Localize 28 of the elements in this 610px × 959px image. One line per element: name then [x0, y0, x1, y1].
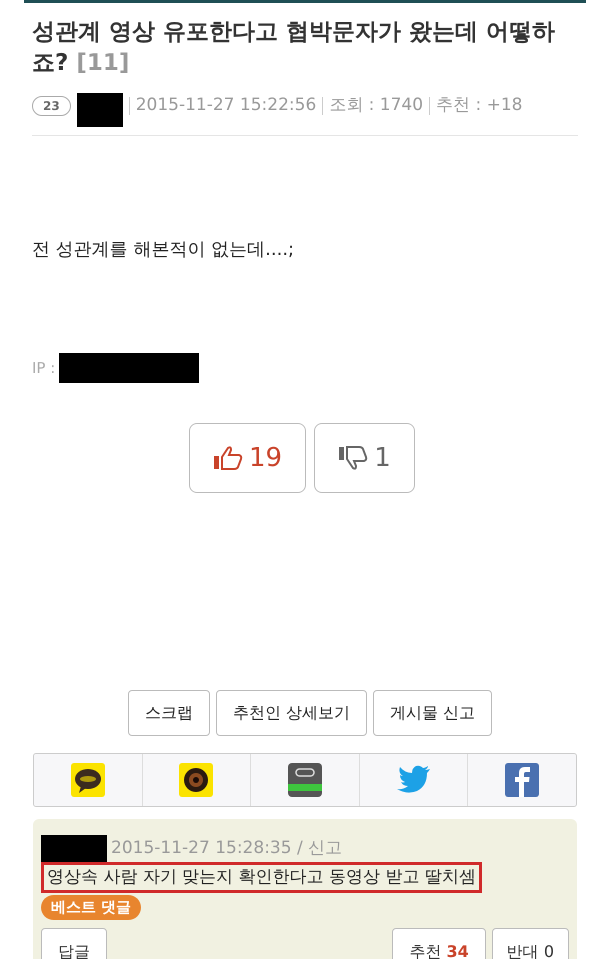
downvote-button[interactable]: 1 — [314, 423, 415, 493]
recommend-button[interactable]: 추천 34 — [392, 928, 486, 959]
reply-button[interactable]: 답글 — [41, 928, 107, 959]
comment-count: [11] — [76, 50, 130, 76]
thumbs-down-icon — [338, 445, 368, 471]
thumbs-up-icon — [212, 445, 243, 471]
chat-bubble-icon — [70, 763, 105, 797]
comment-text: 영상속 사람 자기 맞는지 확인한다고 동영상 받고 딸치셈 — [41, 862, 482, 893]
action-button[interactable]: 추천인 상세보기 — [216, 690, 367, 736]
action-button[interactable]: 스크랩 — [128, 690, 210, 736]
post-title: 성관계 영상 유포한다고 협박문자가 왔는데 어떻하죠? [11] — [32, 18, 556, 78]
facebook-icon — [505, 763, 540, 797]
camera-lens-icon — [179, 763, 214, 797]
band-app-icon — [288, 763, 322, 797]
comment-meta: 2015-11-27 15:28:35 / 신고 — [111, 836, 342, 860]
post-body: 전 성관계를 해본적이 없는데....; — [32, 238, 296, 262]
level-badge: 23 — [32, 96, 71, 116]
recommend-count: 추천 : +18 — [436, 94, 522, 118]
view-count: 조회 : 1740 — [329, 94, 424, 118]
redaction-block — [41, 835, 107, 862]
post-date: 2015-11-27 15:22:56 — [136, 94, 316, 118]
bird-icon — [396, 765, 431, 795]
oppose-button[interactable]: 반대 0 — [492, 928, 569, 959]
ip-label: IP : — [32, 358, 56, 379]
redaction-block — [76, 93, 123, 127]
best-comment-badge: 베스트 댓글 — [41, 895, 142, 920]
upvote-button[interactable]: 19 — [189, 423, 306, 493]
action-button[interactable]: 게시물 신고 — [373, 690, 492, 736]
